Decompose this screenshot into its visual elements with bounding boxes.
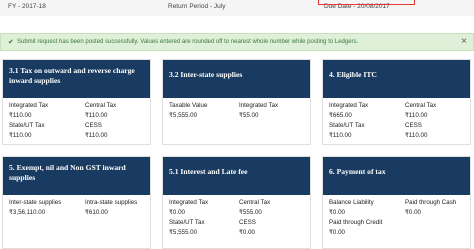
check-circle-icon: ✔ [8, 39, 14, 46]
tile-outward-supplies[interactable]: 3.1 Tax on outward and reverse charge in… [2, 59, 151, 145]
label-paid-through-credit: Paid through Credit [329, 219, 383, 226]
value-cess: ₹0.00 [239, 229, 255, 236]
value-intra-state-supplies: ₹610.00 [85, 209, 108, 216]
due-date-highlight [318, 0, 415, 5]
value-central-tax: ₹110.00 [85, 112, 108, 119]
label-state-ut-tax: State/UT Tax [169, 219, 205, 226]
label-intra-state-supplies: Intra-state supplies [85, 199, 138, 206]
tile-exempt-nil-non-gst[interactable]: 5. Exempt, nil and Non GST inward suppli… [2, 156, 151, 249]
alert-message: Submit request has been posted successfu… [17, 39, 359, 45]
tile-title: 4. Eligible ITC [323, 60, 470, 98]
value-taxable-value: ₹5,555.00 [169, 112, 198, 119]
tile-title: 3.2 Inter-state supplies [163, 60, 310, 98]
label-integrated-tax: Integrated Tax [329, 102, 369, 109]
label-central-tax: Central Tax [85, 102, 117, 109]
label-cess: CESS [85, 122, 102, 129]
tile-title: 6. Payment of tax [323, 157, 470, 195]
tile-eligible-itc[interactable]: 4. Eligible ITC Integrated Tax Central T… [322, 59, 471, 145]
financial-year: FY - 2017-18 [8, 3, 46, 10]
label-central-tax: Central Tax [405, 102, 437, 109]
value-inter-state-supplies: ₹3,56,110.00 [9, 209, 46, 216]
label-cess: CESS [239, 219, 256, 226]
value-integrated-tax: ₹665.00 [329, 112, 352, 119]
value-balance-liability: ₹0.00 [329, 209, 345, 216]
value-state-ut-tax: ₹110.00 [329, 132, 352, 139]
label-integrated-tax: Integrated Tax [169, 199, 209, 206]
label-state-ut-tax: State/UT Tax [329, 122, 365, 129]
tile-interest-late-fee[interactable]: 5.1 Interest and Late fee Integrated Tax… [162, 156, 311, 249]
value-cess: ₹110.00 [405, 132, 428, 139]
value-integrated-tax: ₹110.00 [9, 112, 32, 119]
value-central-tax: ₹110.00 [405, 112, 428, 119]
label-cess: CESS [405, 122, 422, 129]
tile-title: 5.1 Interest and Late fee [163, 157, 310, 195]
close-icon[interactable]: × [461, 36, 467, 47]
value-state-ut-tax: ₹5,555.00 [169, 229, 198, 236]
label-integrated-tax: Integrated Tax [239, 102, 279, 109]
label-taxable-value: Taxable Value [169, 102, 208, 109]
value-integrated-tax: ₹55.00 [239, 112, 259, 119]
label-paid-through-cash: Paid through Cash [405, 199, 457, 206]
return-info-bar: FY - 2017-18 Return Period - July Due Da… [0, 0, 474, 16]
tile-inter-state-supplies[interactable]: 3.2 Inter-state supplies Taxable Value I… [162, 59, 311, 145]
tile-title: 3.1 Tax on outward and reverse charge in… [3, 60, 150, 98]
value-paid-through-cash: ₹0.00 [405, 209, 421, 216]
success-alert: ✔ Submit request has been posted success… [0, 33, 474, 51]
label-central-tax: Central Tax [239, 199, 271, 206]
return-period: Return Period - July [168, 3, 226, 10]
value-cess: ₹110.00 [85, 132, 108, 139]
value-state-ut-tax: ₹110.00 [9, 132, 32, 139]
value-central-tax: ₹555.00 [239, 209, 262, 216]
label-inter-state-supplies: Inter-state supplies [9, 199, 62, 206]
label-integrated-tax: Integrated Tax [9, 102, 49, 109]
label-state-ut-tax: State/UT Tax [9, 122, 45, 129]
value-integrated-tax: ₹0.00 [169, 209, 185, 216]
tile-title: 5. Exempt, nil and Non GST inward suppli… [3, 157, 150, 195]
tile-payment-of-tax[interactable]: 6. Payment of tax Balance Liability Paid… [322, 156, 471, 249]
label-balance-liability: Balance Liability [329, 199, 374, 206]
value-paid-through-credit: ₹0.00 [329, 229, 345, 236]
